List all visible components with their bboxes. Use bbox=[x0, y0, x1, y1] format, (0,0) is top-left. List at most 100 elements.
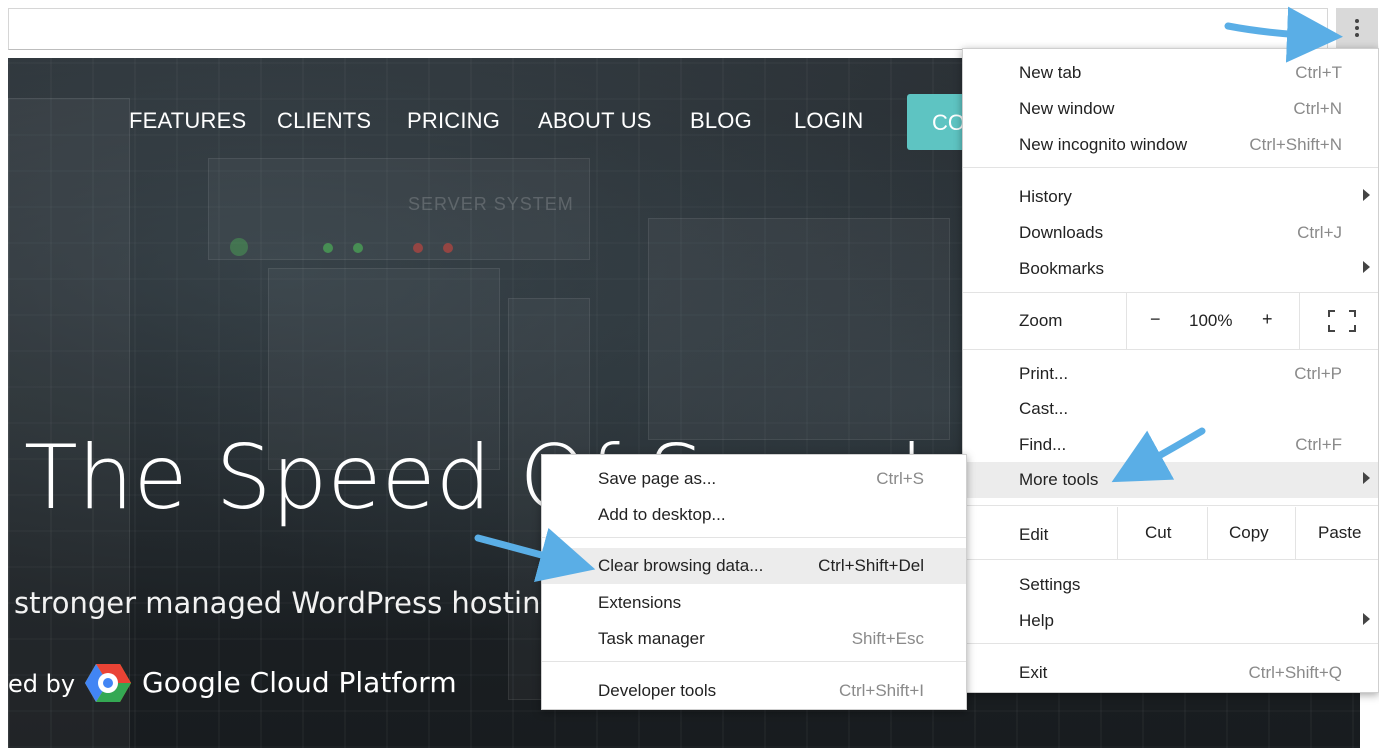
submenu-item-add-to-desktop[interactable]: Add to desktop... bbox=[542, 497, 966, 533]
menu-item-label: Print... bbox=[1019, 364, 1069, 383]
menu-item-label: Cast... bbox=[1019, 399, 1069, 418]
menu-item-more-tools[interactable]: More tools bbox=[963, 462, 1378, 498]
nav-features[interactable]: FEATURES bbox=[129, 108, 246, 134]
submenu-arrow-icon bbox=[1363, 189, 1370, 201]
menu-item-history[interactable]: History bbox=[963, 179, 1378, 215]
menu-item-label: New tab bbox=[1019, 63, 1082, 82]
server-rack-left bbox=[8, 98, 130, 748]
menu-divider bbox=[963, 559, 1378, 560]
menu-item-new-incognito-window[interactable]: New incognito window Ctrl+Shift+N bbox=[963, 127, 1378, 163]
menu-item-label: Settings bbox=[1019, 575, 1081, 594]
zoom-divider bbox=[1299, 293, 1300, 349]
menu-item-exit[interactable]: Exit Ctrl+Shift+Q bbox=[963, 655, 1378, 691]
menu-item-downloads[interactable]: Downloads Ctrl+J bbox=[963, 215, 1378, 251]
more-tools-submenu: Save page as... Ctrl+S Add to desktop...… bbox=[541, 454, 967, 710]
menu-item-label: Find... bbox=[1019, 435, 1067, 454]
menu-item-label: More tools bbox=[1019, 470, 1099, 489]
led-green bbox=[353, 243, 363, 253]
led-green bbox=[230, 238, 248, 256]
menu-item-settings[interactable]: Settings bbox=[963, 567, 1378, 603]
menu-item-shortcut: Ctrl+T bbox=[1295, 63, 1342, 82]
menu-item-shortcut: Ctrl+Shift+N bbox=[1249, 135, 1342, 154]
submenu-divider bbox=[542, 661, 966, 662]
submenu-item-developer-tools[interactable]: Developer tools Ctrl+Shift+I bbox=[542, 673, 966, 709]
menu-item-shortcut: Ctrl+P bbox=[1294, 364, 1342, 383]
menu-divider bbox=[963, 643, 1378, 644]
menu-item-cast[interactable]: Cast... bbox=[963, 391, 1378, 427]
paste-button[interactable]: Paste bbox=[1318, 523, 1361, 543]
menu-item-shortcut: Ctrl+N bbox=[1293, 99, 1342, 118]
edit-divider bbox=[1207, 507, 1208, 559]
led-red bbox=[443, 243, 453, 253]
menu-item-find[interactable]: Find... Ctrl+F bbox=[963, 427, 1378, 463]
menu-item-label: Downloads bbox=[1019, 223, 1104, 242]
led-red bbox=[413, 243, 423, 253]
nav-about-us[interactable]: ABOUT US bbox=[538, 108, 652, 134]
bookmark-star-icon[interactable]: ☆ bbox=[1300, 18, 1313, 35]
menu-divider bbox=[963, 349, 1378, 350]
submenu-item-extensions[interactable]: Extensions bbox=[542, 585, 966, 621]
server-system-label: SERVER SYSTEM bbox=[408, 194, 574, 214]
chrome-main-menu: New tab Ctrl+T New window Ctrl+N New inc… bbox=[962, 48, 1379, 693]
submenu-item-label: Task manager bbox=[598, 629, 705, 648]
zoom-divider bbox=[1126, 293, 1127, 349]
menu-divider bbox=[963, 505, 1378, 506]
copy-button[interactable]: Copy bbox=[1229, 523, 1269, 543]
menu-item-new-window[interactable]: New window Ctrl+N bbox=[963, 91, 1378, 127]
google-cloud-platform-label: Google Cloud Platform bbox=[142, 666, 457, 699]
cta-label: CO bbox=[932, 110, 965, 135]
submenu-item-shortcut: Ctrl+S bbox=[876, 469, 924, 488]
menu-item-label: History bbox=[1019, 187, 1072, 206]
edit-label: Edit bbox=[1019, 525, 1049, 544]
submenu-item-save-page-as[interactable]: Save page as... Ctrl+S bbox=[542, 461, 966, 497]
menu-item-label: Help bbox=[1019, 611, 1054, 630]
menu-item-shortcut: Ctrl+F bbox=[1295, 435, 1342, 454]
menu-divider bbox=[963, 167, 1378, 168]
menu-item-print[interactable]: Print... Ctrl+P bbox=[963, 356, 1378, 392]
nav-clients[interactable]: CLIENTS bbox=[277, 108, 371, 134]
menu-item-bookmarks[interactable]: Bookmarks bbox=[963, 251, 1378, 287]
edit-divider bbox=[1295, 507, 1296, 559]
google-cloud-logo-icon bbox=[85, 664, 131, 702]
nav-blog[interactable]: BLOG bbox=[690, 108, 752, 134]
server-grid bbox=[648, 218, 950, 440]
zoom-in-button[interactable]: + bbox=[1262, 309, 1273, 330]
submenu-item-shortcut: Shift+Esc bbox=[851, 629, 924, 648]
edit-divider bbox=[1117, 507, 1118, 559]
menu-item-new-tab[interactable]: New tab Ctrl+T bbox=[963, 55, 1378, 91]
submenu-item-label: Developer tools bbox=[598, 681, 717, 700]
menu-item-label: New incognito window bbox=[1019, 135, 1188, 154]
cut-button[interactable]: Cut bbox=[1145, 523, 1171, 543]
submenu-item-task-manager[interactable]: Task manager Shift+Esc bbox=[542, 621, 966, 657]
submenu-divider bbox=[542, 537, 966, 538]
fullscreen-icon[interactable] bbox=[1328, 310, 1356, 332]
submenu-item-shortcut: Ctrl+Shift+Del bbox=[818, 556, 924, 575]
nav-pricing[interactable]: PRICING bbox=[407, 108, 500, 134]
submenu-arrow-icon bbox=[1363, 261, 1370, 273]
submenu-item-label: Add to desktop... bbox=[598, 505, 726, 524]
menu-item-shortcut: Ctrl+J bbox=[1297, 223, 1342, 242]
led-green bbox=[323, 243, 333, 253]
menu-item-label: New window bbox=[1019, 99, 1115, 118]
chrome-menu-button[interactable] bbox=[1336, 8, 1378, 50]
three-dots-vertical-icon bbox=[1354, 19, 1360, 40]
zoom-out-button[interactable]: − bbox=[1150, 309, 1161, 330]
submenu-arrow-icon bbox=[1363, 472, 1370, 484]
menu-item-label: Bookmarks bbox=[1019, 259, 1105, 278]
menu-item-help[interactable]: Help bbox=[963, 603, 1378, 639]
submenu-item-label: Extensions bbox=[598, 593, 682, 612]
zoom-level: 100% bbox=[1189, 311, 1233, 330]
submenu-item-label: Save page as... bbox=[598, 469, 717, 488]
menu-item-label: Exit bbox=[1019, 663, 1048, 682]
submenu-item-shortcut: Ctrl+Shift+I bbox=[838, 681, 924, 700]
hero-subline: stronger managed WordPress hosting bbox=[14, 586, 559, 620]
zoom-row: Zoom − 100% + bbox=[963, 293, 1378, 349]
submenu-item-clear-browsing-data[interactable]: Clear browsing data... Ctrl+Shift+Del bbox=[542, 548, 966, 584]
submenu-arrow-icon bbox=[1363, 613, 1370, 625]
edit-row: Edit Cut Copy Paste bbox=[963, 507, 1378, 559]
submenu-item-label: Clear browsing data... bbox=[598, 556, 764, 575]
address-bar[interactable] bbox=[8, 8, 1328, 50]
menu-item-shortcut: Ctrl+Shift+Q bbox=[1248, 663, 1342, 682]
nav-login[interactable]: LOGIN bbox=[794, 108, 863, 134]
powered-by-label: ed by bbox=[8, 670, 76, 698]
